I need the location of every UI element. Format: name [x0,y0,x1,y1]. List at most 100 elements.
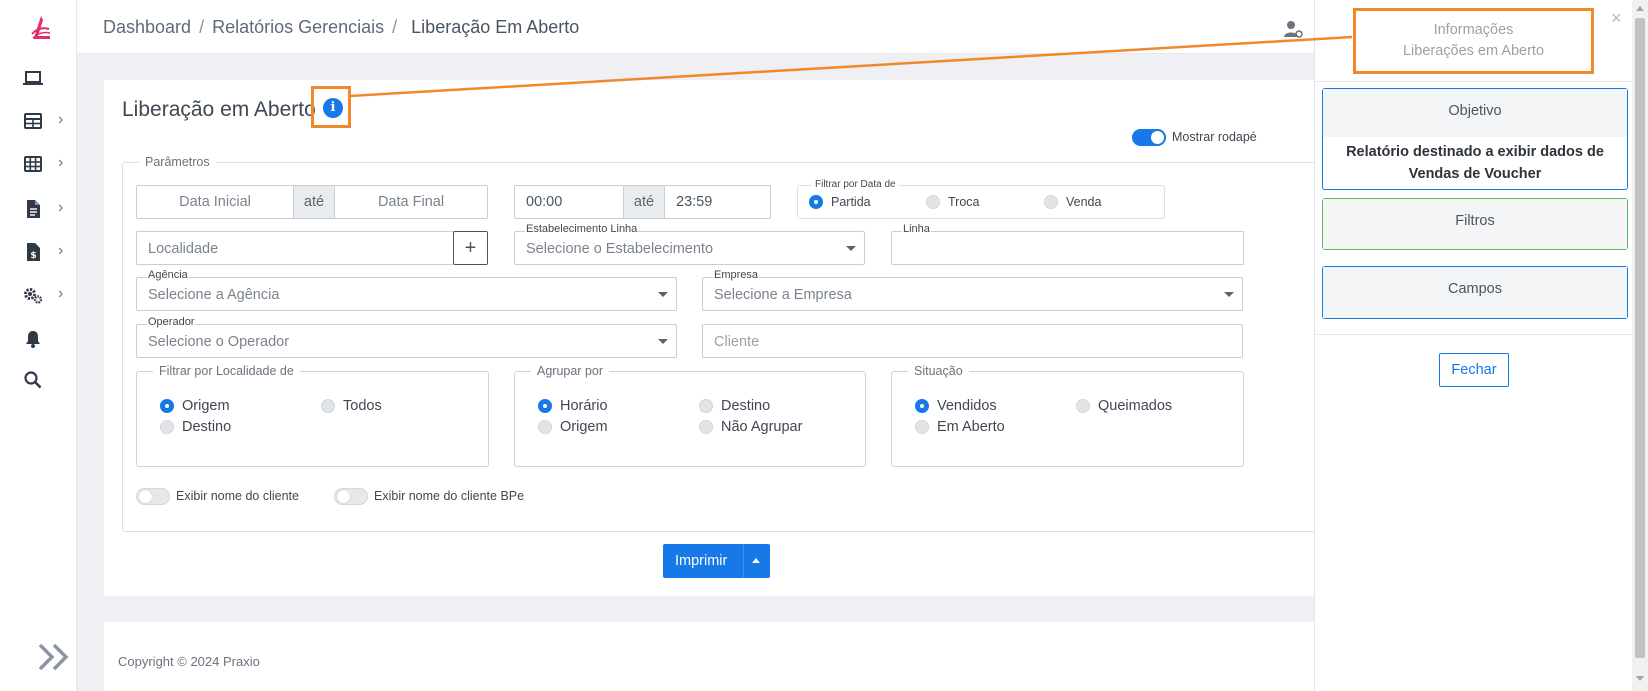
panel-divider [1315,334,1633,335]
date-final-input[interactable]: Data Final [335,186,487,218]
situacao-queimados-radio[interactable]: Queimados [1076,398,1172,414]
gears-icon [24,288,43,304]
chevron-right-icon: › [58,242,64,259]
localidade-origem-radio[interactable]: Origem [160,398,230,414]
filter-date-group: Filtrar por Data de Partida Troca Venda [797,179,1165,219]
scroll-down-arrow[interactable] [1636,676,1644,681]
objetivo-section[interactable]: Objetivo Relatório destinado a exibir da… [1322,88,1628,190]
print-button[interactable]: Imprimir [663,544,770,578]
objetivo-body: Relatório destinado a exibir dados de Ve… [1346,144,1604,182]
invoice-dollar-icon: $ [27,243,40,261]
sidebar: › › › $ › › [0,0,77,691]
operador-select[interactable]: Operador Selecione o Operador [136,316,677,358]
breadcrumb: Dashboard / Relatórios Gerenciais / Libe… [103,17,579,38]
sidebar-item-search[interactable] [22,366,70,394]
parameters-legend: Parâmetros [139,155,216,169]
filter-date-partida[interactable]: Partida [809,195,871,209]
localidade-filter-legend: Filtrar por Localidade de [153,364,300,378]
empresa-select[interactable]: Empresa Selecione a Empresa [702,269,1243,311]
chevron-right-icon: › [58,154,64,171]
filter-date-venda[interactable]: Venda [1044,195,1101,209]
filter-date-troca[interactable]: Troca [926,195,980,209]
situacao-vendidos-radio[interactable]: Vendidos [915,398,997,414]
time-range-group: 00:00 até 23:59 [514,185,771,219]
agrupar-legend: Agrupar por [531,364,610,378]
scrollbar[interactable] [1632,0,1648,691]
localidade-todos-radio[interactable]: Todos [321,398,382,414]
breadcrumb-relatorios[interactable]: Relatórios Gerenciais [212,17,384,38]
search-icon [24,371,42,389]
agrupar-destino-radio[interactable]: Destino [699,398,770,414]
sidebar-item-invoices[interactable]: $ › [22,238,70,266]
chevron-down-icon [658,292,668,297]
time-start-input[interactable]: 00:00 [515,186,623,218]
localidade-filter-group: Filtrar por Localidade de Origem Todos D… [136,364,489,467]
info-icon[interactable]: i [323,98,343,118]
add-localidade-button[interactable]: + [453,231,488,265]
document-icon [27,200,40,218]
user-settings-icon[interactable] [1282,18,1304,40]
close-icon[interactable]: × [1611,8,1622,29]
agrupar-nao-agrupar-radio[interactable]: Não Agrupar [699,419,802,435]
breadcrumb-current: Liberação Em Aberto [411,17,580,37]
date-range-group: Data Inicial até Data Final [136,185,488,219]
localidade-input[interactable]: Localidade [136,231,454,265]
situacao-group: Situação Vendidos Queimados Em Aberto [891,364,1244,467]
sidebar-item-dashboard[interactable] [22,64,70,92]
chevron-down-icon [1224,292,1234,297]
situacao-em-aberto-radio[interactable]: Em Aberto [915,419,1005,435]
cliente-input[interactable]: Cliente [702,324,1243,358]
date-range-separator: até [293,186,335,218]
show-client-name-bpe-toggle[interactable] [334,488,368,505]
campos-header[interactable]: Campos [1323,267,1627,318]
bell-icon [26,331,40,348]
breadcrumb-dashboard[interactable]: Dashboard [103,17,191,38]
sidebar-item-settings[interactable]: › [22,281,70,309]
praxio-logo[interactable] [28,12,54,42]
panel-divider [1315,81,1633,82]
laptop-icon [23,71,43,85]
show-footer-toggle[interactable] [1132,129,1166,146]
chevron-right-icon: › [58,199,64,216]
linha-input[interactable]: Linha [891,223,1244,265]
sidebar-item-tables[interactable]: › [22,107,70,135]
caret-up-icon[interactable] [752,558,760,563]
topbar: Dashboard / Relatórios Gerenciais / Libe… [77,0,1314,54]
info-highlight: i [311,86,351,128]
campos-section[interactable]: Campos [1322,266,1628,319]
show-footer-label: Mostrar rodapé [1172,130,1257,144]
filtros-header[interactable]: Filtros [1323,199,1627,249]
sidebar-item-reports[interactable]: › [22,195,70,223]
double-chevron-right-icon[interactable] [36,640,74,674]
fechar-button[interactable]: Fechar [1439,353,1509,387]
panel-title: Informações Liberações em Aberto [1402,22,1545,59]
estabelecimento-select[interactable]: Estabelecimento Linha Selecione o Estabe… [514,223,865,265]
time-end-input[interactable]: 23:59 [665,186,770,218]
footer: Copyright © 2024 Praxio [104,622,1314,691]
date-initial-input[interactable]: Data Inicial [137,186,293,218]
panel-title-highlight: Informações Liberações em Aberto [1353,8,1594,74]
chevron-right-icon: › [58,111,64,128]
filtros-section[interactable]: Filtros [1322,198,1628,250]
time-range-separator: até [623,186,665,218]
sidebar-item-notifications[interactable] [22,325,70,353]
show-client-name-toggle[interactable] [136,488,170,505]
page-title: Liberação em Aberto [122,98,316,121]
scroll-thumb[interactable] [1635,18,1645,658]
chevron-right-icon: › [58,285,64,302]
objetivo-header[interactable]: Objetivo [1323,89,1627,137]
breadcrumb-separator: / [392,17,398,37]
svg-text:$: $ [30,251,36,261]
agencia-select[interactable]: Agência Selecione a Agência [136,269,677,311]
sidebar-item-grid[interactable]: › [22,150,70,178]
table-icon [24,113,42,129]
agrupar-origem-radio[interactable]: Origem [538,419,608,435]
agrupar-horario-radio[interactable]: Horário [538,398,608,414]
agrupar-group: Agrupar por Horário Destino Origem Não A… [514,364,866,467]
chevron-down-icon [658,339,668,344]
parameters-fieldset: Parâmetros Data Inicial até Data Final 0… [122,155,1322,532]
localidade-destino-radio[interactable]: Destino [160,419,231,435]
scroll-up-arrow[interactable] [1636,6,1644,11]
grid-icon [24,156,42,172]
report-card: Liberação em Aberto i Mostrar rodapé Par… [104,80,1322,596]
